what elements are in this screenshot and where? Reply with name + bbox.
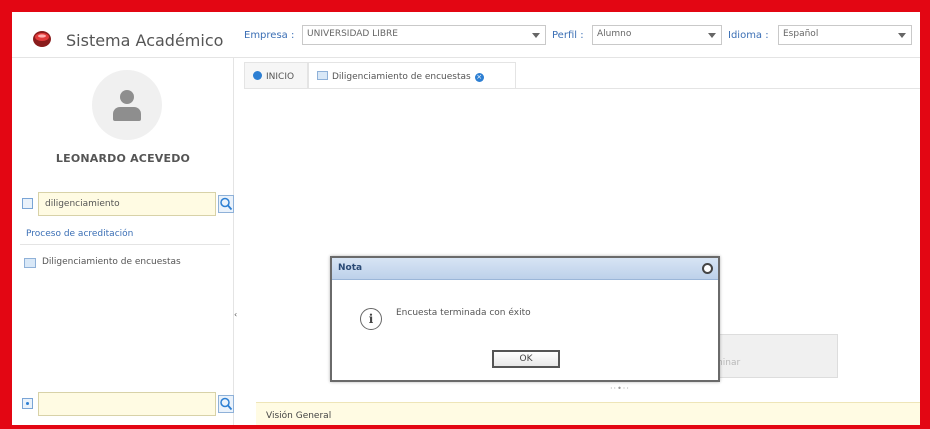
logo-icon [33,31,51,47]
tab-label: Diligenciamiento de encuestas [332,72,471,82]
dialog-message: Encuesta terminada con éxito [396,308,531,318]
document-icon [317,71,328,80]
sidebar-item-label: Diligenciamiento de encuestas [42,257,181,267]
language-select-value: Español [783,29,819,39]
ok-button[interactable]: OK [492,350,560,368]
profile-select[interactable]: Alumno [592,25,722,45]
tab-home[interactable]: INICIO [244,62,308,88]
top-header: Sistema Académico Empresa : UNIVERSIDAD … [12,12,920,58]
divider [20,244,230,245]
bottom-search [20,392,234,416]
user-icon-head [120,90,134,104]
language-label: Idioma : [728,30,769,41]
user-icon-body [113,107,141,121]
chevron-down-icon [708,33,716,38]
app-window: Sistema Académico Empresa : UNIVERSIDAD … [12,12,920,425]
tab-survey[interactable]: Diligenciamiento de encuestas × [308,62,516,88]
search-icon[interactable] [218,395,234,413]
menu-search: diligenciamiento [20,192,234,216]
company-select-value: UNIVERSIDAD LIBRE [307,29,398,39]
search-radio[interactable] [22,398,33,409]
search-checkbox[interactable] [22,198,33,209]
info-icon: i [360,308,382,330]
overview-title: Visión General [266,411,332,421]
profile-label: Perfil : [552,30,584,41]
note-dialog: Nota i Encuesta terminada con éxito OK [330,256,720,382]
overview-panel: Visión General [256,402,920,425]
menu-search-input[interactable]: diligenciamiento [38,192,216,216]
sidebar: LEONARDO ACEVEDO diligenciamiento Proces… [12,58,234,425]
app-title: Sistema Académico [66,31,224,50]
close-icon[interactable] [702,263,713,274]
collapse-handle[interactable]: ‹ [234,310,238,319]
home-icon [253,71,262,80]
user-name: LEONARDO ACEVEDO [55,152,191,165]
avatar [92,70,162,140]
company-select[interactable]: UNIVERSIDAD LIBRE [302,25,546,45]
dialog-title: Nota [338,263,363,273]
bottom-search-input[interactable] [38,392,216,416]
tab-underline [244,88,920,89]
chevron-down-icon [532,33,540,38]
tab-label: INICIO [266,72,295,82]
process-link[interactable]: Proceso de acreditación [26,229,133,239]
dialog-titlebar[interactable]: Nota [332,258,718,280]
chevron-down-icon [898,33,906,38]
resize-handle[interactable]: ··•·· [610,384,630,393]
close-icon[interactable]: × [474,73,484,82]
search-icon[interactable] [218,195,234,213]
company-label: Empresa : [244,30,295,41]
profile-select-value: Alumno [597,29,632,39]
document-icon [24,258,36,268]
language-select[interactable]: Español [778,25,912,45]
